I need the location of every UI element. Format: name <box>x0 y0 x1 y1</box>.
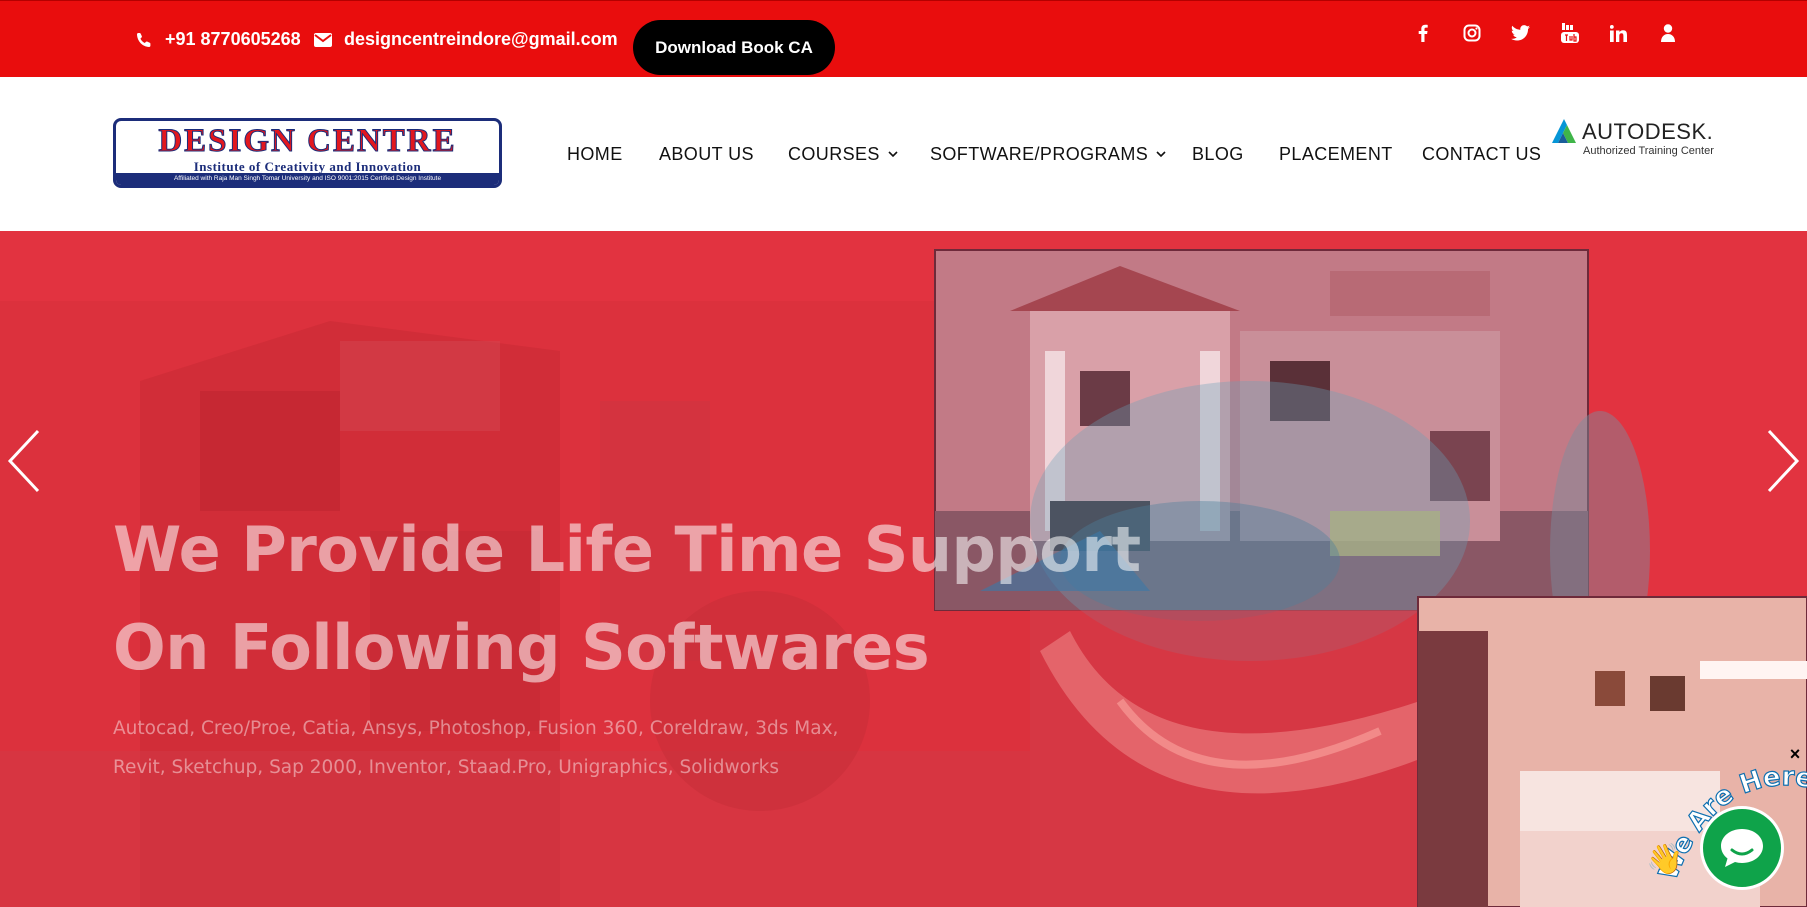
nav-contact-label: CONTACT US <box>1422 143 1542 164</box>
nav-software-label: SOFTWARE/PROGRAMS <box>930 143 1149 164</box>
twitter-icon[interactable] <box>1510 19 1531 47</box>
hero-slider: We Provide Life Time Support On Followin… <box>0 231 1807 907</box>
hero-title: We Provide Life Time Support On Followin… <box>113 501 1141 697</box>
chevron-right-icon <box>1767 429 1800 493</box>
phone-icon <box>133 29 155 51</box>
main-navbar: DESIGN CENTRE Institute of Creativity an… <box>0 77 1807 231</box>
user-icon[interactable] <box>1657 19 1678 47</box>
nav-courses[interactable]: COURSES <box>788 144 898 165</box>
chevron-left-icon <box>7 429 40 493</box>
phone-number: +91 8770605268 <box>165 29 301 49</box>
linkedin-icon[interactable] <box>1608 19 1629 47</box>
nav-about-label: ABOUT US <box>659 143 754 164</box>
design-centre-logo[interactable]: DESIGN CENTRE Institute of Creativity an… <box>113 118 502 188</box>
nav-contact-us[interactable]: CONTACT US <box>1422 144 1541 165</box>
nav-software-programs[interactable]: SOFTWARE/PROGRAMS <box>930 144 1166 165</box>
slider-prev-button[interactable] <box>0 426 46 496</box>
chat-bubble-icon <box>1721 829 1763 867</box>
autodesk-logo-icon <box>1552 119 1576 143</box>
nav-blog-label: BLOG <box>1192 143 1244 164</box>
top-bar: +91 8770605268 designcentreindore@gmail.… <box>0 0 1807 77</box>
nav-placement-label: PLACEMENT <box>1279 143 1393 164</box>
slider-next-button[interactable] <box>1761 426 1807 496</box>
chat-close-button[interactable]: × <box>1786 745 1804 763</box>
nav-home[interactable]: HOME <box>567 144 623 165</box>
phone-contact[interactable]: +91 8770605268 <box>133 1 301 78</box>
hero-software-list: Autocad, Creo/Proe, Catia, Ansys, Photos… <box>113 709 873 787</box>
nav-blog[interactable]: BLOG <box>1192 144 1244 165</box>
hero-software-line-2: Revit, Sketchup, Sap 2000, Inventor, Sta… <box>113 757 779 778</box>
hero-title-line-2: On Following Softwares <box>113 611 930 684</box>
nav-home-label: HOME <box>567 143 623 164</box>
instagram-icon[interactable] <box>1461 19 1482 47</box>
chevron-down-icon <box>1156 149 1166 159</box>
autodesk-badge: AUTODESK. Authorized Training Center <box>1550 117 1720 157</box>
logo-affiliation: Affiliated with Raja Man Singh Tomar Uni… <box>116 173 499 185</box>
hero-title-line-1: We Provide Life Time Support <box>113 513 1141 586</box>
download-book-button[interactable]: Download Book CA <box>633 20 835 75</box>
nav-courses-label: COURSES <box>788 143 880 164</box>
email-address: designcentreindore@gmail.com <box>344 29 618 49</box>
email-contact[interactable]: designcentreindore@gmail.com <box>312 1 618 78</box>
facebook-icon[interactable] <box>1412 19 1433 47</box>
autodesk-name: AUTODESK. <box>1582 119 1714 144</box>
autodesk-subtitle: Authorized Training Center <box>1583 145 1714 157</box>
youtube-icon[interactable] <box>1559 19 1580 47</box>
chevron-down-icon <box>888 149 898 159</box>
logo-title: DESIGN CENTRE <box>158 123 457 159</box>
social-links <box>1412 19 1678 47</box>
waving-hand-icon: 👋 <box>1646 843 1684 876</box>
chat-open-button[interactable] <box>1700 806 1784 890</box>
hero-software-line-1: Autocad, Creo/Proe, Catia, Ansys, Photos… <box>113 718 839 739</box>
nav-placement[interactable]: PLACEMENT <box>1279 144 1393 165</box>
nav-about-us[interactable]: ABOUT US <box>659 144 754 165</box>
envelope-icon <box>312 29 334 51</box>
